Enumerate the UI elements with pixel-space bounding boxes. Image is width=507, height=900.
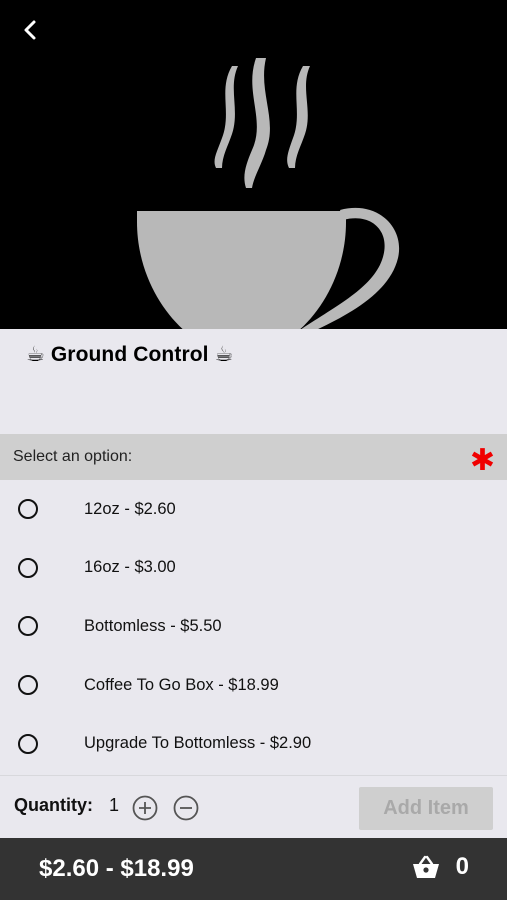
chevron-left-icon: [24, 20, 36, 40]
product-title-text: Ground Control: [50, 343, 209, 366]
cart-summary-bar: $2.60 - $18.99 0: [0, 838, 507, 900]
product-info: ☕ Ground Control ☕: [0, 329, 507, 434]
option-label: Upgrade To Bottomless - $2.90: [84, 734, 312, 753]
radio-button[interactable]: [18, 616, 38, 637]
cart-count: 0: [455, 853, 469, 880]
quantity-bar: Quantity: 1 Add Item: [0, 775, 507, 839]
option-label: Bottomless - $5.50: [84, 616, 222, 635]
plus-circle-icon[interactable]: [132, 795, 158, 821]
option-label: 16oz - $3.00: [84, 558, 176, 577]
option-section-header: Select an option: ✱: [0, 434, 507, 480]
option-item-12oz[interactable]: 12oz - $2.60: [0, 480, 507, 539]
radio-button[interactable]: [18, 499, 38, 520]
coffee-emoji-left: ☕: [26, 342, 45, 366]
option-item-16oz[interactable]: 16oz - $3.00: [0, 539, 507, 598]
option-list: 12oz - $2.60 16oz - $3.00 Bottomless - $…: [0, 480, 507, 773]
add-item-button[interactable]: Add Item: [359, 787, 493, 830]
product-title: ☕ Ground Control ☕: [26, 342, 233, 367]
option-header-label: Select an option:: [13, 448, 133, 465]
option-label: 12oz - $2.60: [84, 499, 176, 518]
basket-icon: [412, 855, 439, 878]
option-label: Coffee To Go Box - $18.99: [84, 675, 279, 694]
option-item-upgrade-to-bottomless[interactable]: Upgrade To Bottomless - $2.90: [0, 714, 507, 773]
cart-button[interactable]: 0: [412, 853, 469, 881]
quantity-label: Quantity:: [14, 795, 93, 815]
coffee-cup-steam-icon: [137, 58, 400, 329]
radio-button[interactable]: [18, 675, 38, 696]
radio-button[interactable]: [18, 733, 38, 754]
quantity-value: 1: [109, 795, 120, 815]
radio-button[interactable]: [18, 557, 38, 578]
minus-circle-icon[interactable]: [173, 795, 199, 821]
coffee-emoji-right: ☕: [214, 342, 234, 366]
price-range: $2.60 - $18.99: [39, 855, 194, 882]
option-item-bottomless[interactable]: Bottomless - $5.50: [0, 597, 507, 656]
back-button[interactable]: [14, 14, 46, 46]
required-asterisk-icon: ✱: [469, 444, 495, 477]
option-item-coffee-to-go-box[interactable]: Coffee To Go Box - $18.99: [0, 656, 507, 715]
product-hero-image: [0, 0, 507, 329]
